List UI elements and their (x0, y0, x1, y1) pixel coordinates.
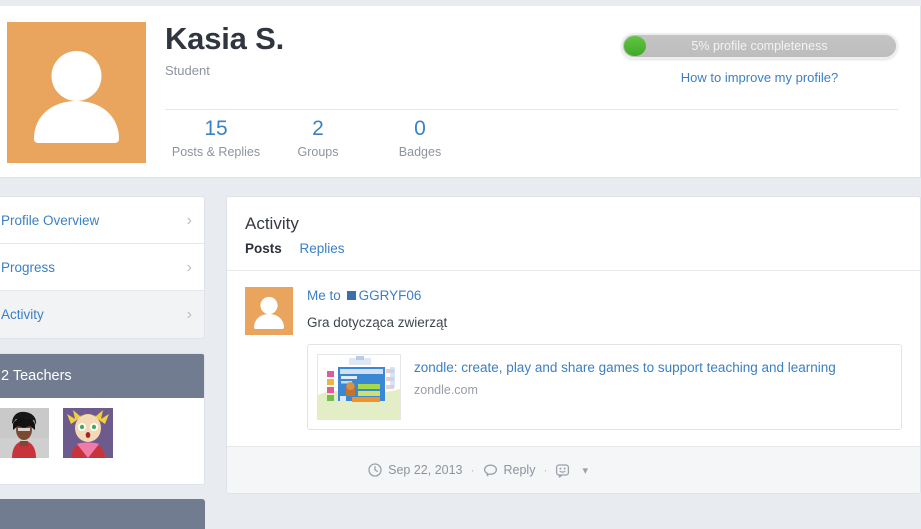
chevron-right-icon: › (186, 259, 192, 276)
chevron-right-icon: › (186, 306, 192, 323)
page-title: Kasia S. (165, 21, 285, 56)
teachers-panel-title: 2 Teachers (0, 354, 204, 398)
speech-bubble-icon (483, 463, 498, 478)
stat-value: 15 (204, 117, 228, 140)
improve-profile-link[interactable]: How to improve my profile? (621, 70, 898, 85)
activity-title: Activity (245, 214, 299, 233)
teacher-avatar-1[interactable] (0, 408, 49, 458)
group-color-swatch-icon (346, 291, 356, 300)
post-footer: Sep 22, 2013 · Reply · ▾ (227, 446, 920, 493)
stat-value: 0 (414, 117, 426, 140)
stats-divider (165, 109, 898, 110)
link-preview-domain: zondle.com (414, 383, 478, 397)
user-placeholder-icon (254, 296, 284, 329)
teacher-avatar-2[interactable] (63, 408, 113, 458)
post-body: Me to GGRYF06 Gra dotycząca zwierząt zon… (307, 287, 902, 446)
profile-stats: 15 Posts & Replies 2 Groups 0 Badges (165, 116, 471, 161)
clock-icon (368, 463, 382, 477)
link-preview-thumbnail-image (318, 355, 400, 419)
stat-label: Badges (398, 145, 442, 159)
tab-replies[interactable]: Replies (300, 240, 345, 258)
footer-separator: · (543, 463, 548, 477)
reply-button[interactable]: Reply (483, 463, 536, 478)
reaction-button[interactable]: ▾ (555, 463, 588, 478)
link-preview-card[interactable]: zondle: create, play and share games to … (307, 344, 902, 430)
profile-page: Kasia S. Student 15 Posts & Replies 2 Gr… (0, 0, 921, 529)
activity-tabs: Posts Replies (245, 240, 920, 258)
reply-label: Reply (503, 463, 536, 477)
sidebar-item-progress[interactable]: Progress › (0, 244, 204, 291)
stat-posts-replies: 15 Posts & Replies (165, 116, 267, 161)
profile-identity: Kasia S. Student (165, 20, 625, 79)
chevron-down-icon: ▾ (582, 464, 588, 477)
profile-avatar[interactable] (7, 22, 146, 163)
sidebar-item-label: Activity (1, 307, 44, 322)
tab-posts[interactable]: Posts (245, 240, 282, 258)
link-preview-title: zondle: create, play and share games to … (414, 360, 836, 375)
profile-header-card: Kasia S. Student 15 Posts & Replies 2 Gr… (0, 6, 921, 178)
footer-separator: · (470, 463, 475, 477)
teachers-panel-body (0, 398, 204, 484)
sidebar: Profile Overview › Progress › Activity ›… (0, 196, 205, 529)
profile-completeness-bar: 5% profile completeness (621, 33, 898, 59)
profile-completeness-label: 5% profile completeness (691, 39, 828, 53)
post-top: Me to GGRYF06 Gra dotycząca zwierząt zon… (245, 287, 902, 446)
post-text: Gra dotycząca zwierząt (307, 315, 448, 330)
activity-card: Activity Posts Replies Me to GGRYF06 Gra… (226, 196, 921, 494)
post-meta: Me to GGRYF06 (307, 287, 902, 305)
post-group-link[interactable]: GGRYF06 (359, 288, 422, 303)
stat-groups: 2 Groups (267, 116, 369, 161)
profile-role: Student (165, 63, 210, 78)
stat-value: 2 (312, 117, 324, 140)
post-meta-to: to (329, 288, 341, 303)
sidebar-item-label: Profile Overview (1, 213, 100, 228)
smiley-icon (555, 463, 570, 478)
post-item: Me to GGRYF06 Gra dotycząca zwierząt zon… (227, 271, 920, 446)
teachers-panel: 2 Teachers (0, 353, 205, 485)
sidebar-item-label: Progress (1, 260, 56, 275)
sidebar-nav: Profile Overview › Progress › Activity › (0, 196, 205, 339)
sidebar-item-profile-overview[interactable]: Profile Overview › (0, 197, 204, 244)
chevron-right-icon: › (186, 212, 192, 229)
sidebar-item-activity[interactable]: Activity › (0, 291, 204, 338)
teacher-avatar-list (0, 408, 194, 458)
profile-completeness: 5% profile completeness How to improve m… (621, 33, 898, 85)
stat-label: Groups (297, 145, 339, 159)
post-author-avatar[interactable] (245, 287, 293, 335)
stat-label: Posts & Replies (171, 145, 261, 159)
teacher-avatar-2-image (63, 408, 113, 458)
stat-badges: 0 Badges (369, 116, 471, 161)
post-author-link[interactable]: Me (307, 288, 326, 303)
link-preview-thumbnail (317, 354, 401, 420)
user-placeholder-icon (34, 51, 119, 143)
teacher-avatar-1-image (0, 408, 49, 458)
post-date-label: Sep 22, 2013 (388, 463, 463, 477)
link-preview-info: zondle: create, play and share games to … (414, 354, 836, 420)
activity-header: Activity Posts Replies (227, 197, 920, 271)
post-date: Sep 22, 2013 (368, 463, 463, 477)
